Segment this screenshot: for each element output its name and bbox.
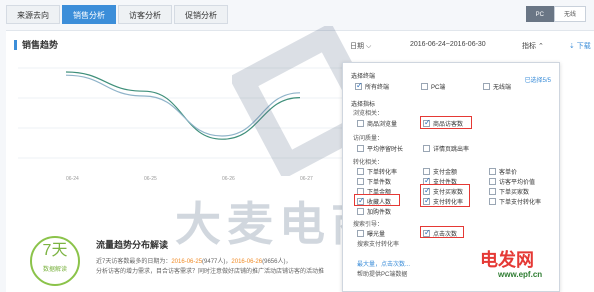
x-tick-label: 06-24 — [66, 176, 79, 182]
tab-visitor-analysis[interactable]: 访客分析 — [118, 5, 172, 24]
interpretation-line: 分析访客的增力需求，目合访客需求？同时注意做好店铺的推广活动店铺访客的活动推 — [96, 269, 325, 275]
option-label: 所有终端 — [365, 85, 390, 91]
checkbox[interactable] — [423, 145, 430, 152]
download-button[interactable]: ⇣ 下载 — [569, 41, 591, 51]
badge-number: 7天 — [42, 242, 68, 259]
conversion-group-label: 转化相关： — [353, 160, 384, 166]
checkbox[interactable] — [357, 178, 364, 185]
select-terminal-heading: 选择终端 — [351, 74, 376, 80]
option-label: 下单买家数 — [499, 190, 530, 196]
site-url: www.epf.cn — [498, 270, 543, 279]
terminal-all-option[interactable]: 所有终端 — [355, 81, 390, 91]
interpretation-line: 近7天访客数最多的日期为：2016-06-25(9477人)，2016-06-2… — [96, 256, 291, 265]
metric-option[interactable]: 客单价 — [489, 167, 517, 176]
checkbox[interactable] — [357, 168, 364, 175]
brand-watermark: 电发网 — [480, 250, 534, 271]
checkbox[interactable] — [357, 230, 364, 237]
metric-select-button[interactable]: 指标 ⌃ — [522, 41, 544, 51]
checkbox[interactable] — [357, 145, 364, 152]
highlight-date: 2016-06-26 — [231, 259, 263, 265]
option-label: 曝光量 — [367, 232, 386, 238]
option-label: 详情页跳出率 — [433, 147, 470, 153]
metric-option[interactable]: 访客平均价值 — [489, 177, 535, 186]
device-toggle: PC 无线 — [525, 6, 586, 22]
terminal-wireless-option[interactable]: 无线端 — [483, 82, 511, 91]
tab-bar: 来源去向 销售分析 访客分析 促销分析 — [6, 5, 230, 24]
metric-option[interactable]: 曝光量 — [357, 229, 385, 238]
tab-sales-analysis[interactable]: 销售分析 — [62, 5, 116, 24]
metric-option[interactable]: 下单支付转化率 — [489, 197, 541, 206]
badge-subtitle: 数据解读 — [42, 267, 67, 273]
device-pc-button[interactable]: PC — [525, 6, 554, 22]
app-frame: 来源去向 销售分析 访客分析 促销分析 PC 无线 销售趋势 日期 ⌵ 2016… — [0, 0, 594, 292]
interpretation-text: (9656人)， — [262, 259, 292, 265]
metric-option[interactable]: 下单转化率 — [357, 167, 397, 176]
x-tick-label: 06-27 — [300, 176, 313, 182]
highlight-box — [420, 116, 472, 129]
terminal-pc-option[interactable]: PC端 — [421, 82, 445, 91]
option-label: 商品浏览量 — [367, 122, 398, 128]
checkbox[interactable] — [489, 198, 496, 205]
data-interpretation-badge: 7天 数据解读 — [30, 236, 80, 286]
search-group-label: 搜索引导： — [353, 222, 384, 228]
metric-option[interactable]: 下单件数 — [357, 177, 391, 186]
checkbox[interactable] — [489, 168, 496, 175]
option-label: 客单价 — [499, 170, 518, 176]
highlight-box — [420, 184, 470, 207]
quality-group-label: 访问质量： — [353, 136, 384, 142]
metric-option[interactable]: 平均停留时长 — [357, 144, 403, 153]
option-label: 无线端 — [493, 85, 512, 91]
browse-group-label: 浏览相关： — [353, 111, 384, 117]
metric-option[interactable]: 支付金额 — [423, 167, 457, 176]
highlight-box — [354, 194, 400, 206]
option-label: 访客平均价值 — [499, 180, 536, 186]
select-metric-heading: 选择指标 — [351, 102, 376, 108]
option-label: 支付金额 — [433, 170, 458, 176]
checkbox[interactable] — [355, 81, 363, 90]
checkbox[interactable] — [357, 208, 364, 215]
checkbox[interactable] — [357, 120, 364, 127]
device-wireless-button[interactable]: 无线 — [553, 6, 586, 22]
selected-count: 已选择5/5 — [524, 78, 551, 84]
tab-source[interactable]: 来源去向 — [6, 5, 60, 24]
checkbox[interactable] — [489, 178, 496, 185]
option-label: 平均停留时长 — [367, 147, 404, 153]
interpretation-text: (9477人)， — [202, 259, 232, 265]
search-desc: 搜索支付转化率 — [357, 242, 400, 248]
metric-option[interactable]: 加购件数 — [357, 207, 391, 216]
highlight-box — [420, 226, 464, 238]
checkbox[interactable] — [483, 83, 490, 90]
metric-option[interactable]: 详情页跳出率 — [423, 144, 469, 153]
option-label: 下单转化率 — [367, 170, 398, 176]
option-label: 下单件数 — [367, 180, 392, 186]
interpretation-title: 流量趋势分布解读 — [96, 240, 169, 250]
checkbox[interactable] — [489, 188, 496, 195]
metric-option[interactable]: 下单买家数 — [489, 187, 529, 196]
metric-option[interactable]: 商品浏览量 — [357, 119, 397, 128]
highlight-date: 2016-06-25 — [171, 259, 203, 265]
option-label: 加购件数 — [367, 210, 392, 216]
date-range[interactable]: 2016-06-24~2016-06-30 — [410, 41, 486, 48]
tab-promotion-analysis[interactable]: 促销分析 — [174, 5, 228, 24]
tip-text: 帮助提供PC端数据 — [357, 272, 408, 278]
tip-text: 最大量，点击次数... — [357, 262, 411, 268]
x-tick-label: 06-26 — [222, 176, 235, 182]
x-tick-label: 06-25 — [144, 176, 157, 182]
checkbox[interactable] — [421, 83, 428, 90]
option-label: PC端 — [431, 85, 446, 91]
option-label: 下单支付转化率 — [499, 200, 542, 206]
checkbox[interactable] — [423, 168, 430, 175]
interpretation-text: 近7天访客数最多的日期为： — [96, 259, 172, 265]
